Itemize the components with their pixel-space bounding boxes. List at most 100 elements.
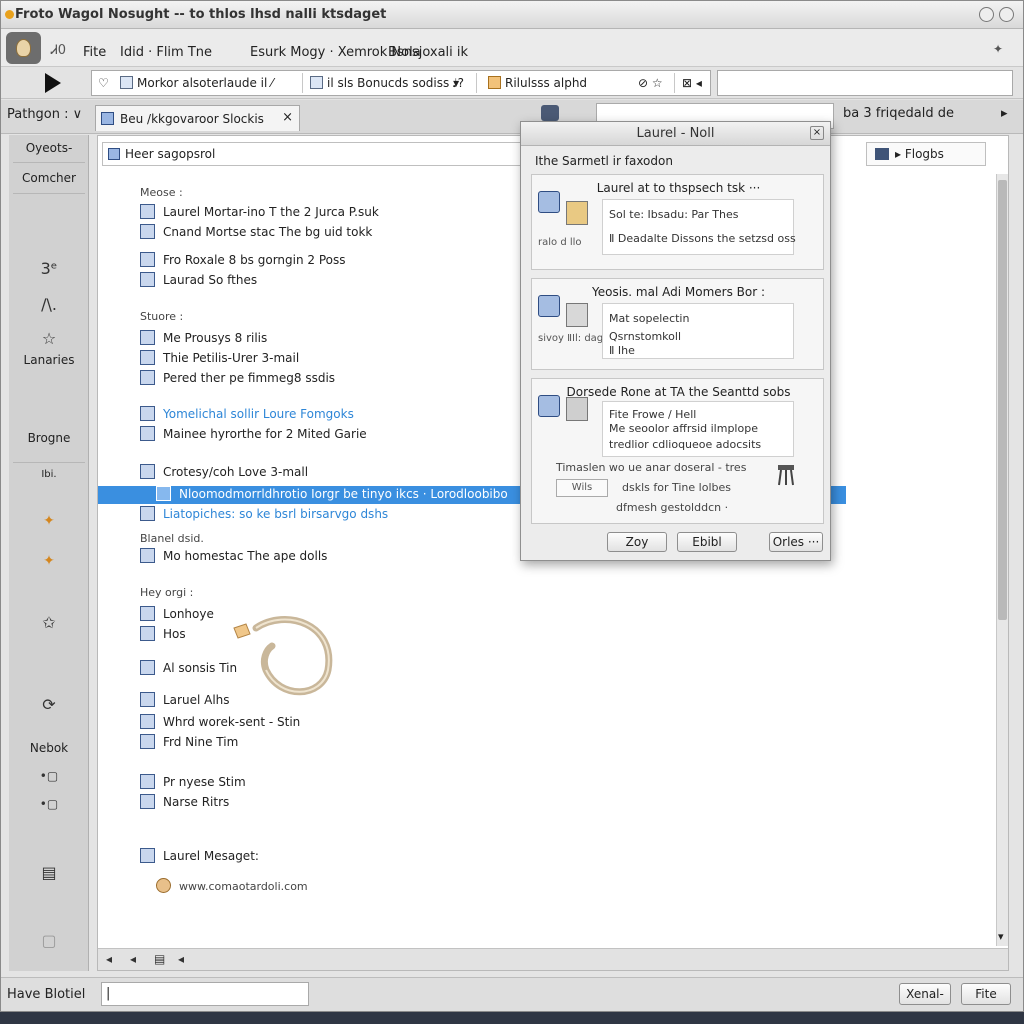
star-icon[interactable]: ☆ bbox=[9, 329, 89, 348]
menu-file[interactable]: Fite bbox=[83, 45, 106, 60]
help-icon[interactable]: ♩? bbox=[452, 76, 464, 90]
scroll-down-icon[interactable]: ▾ bbox=[998, 930, 1004, 943]
list-item[interactable]: Pered ther pe fimmeg8 ssdis bbox=[140, 370, 335, 388]
minimize-button[interactable] bbox=[979, 7, 994, 22]
list-item[interactable]: Narse Ritrs bbox=[140, 794, 229, 812]
image-icon bbox=[140, 330, 155, 345]
menu-tools[interactable]: Bsnsjoxali ik bbox=[388, 45, 468, 60]
list-item[interactable]: Frd Nine Tim bbox=[140, 734, 238, 752]
file-icon bbox=[140, 714, 155, 729]
subscript-icon[interactable]: 3ᵉ bbox=[9, 259, 89, 278]
address-segment[interactable]: Rilulsss alphd bbox=[488, 76, 587, 90]
refresh-icon[interactable]: ⟳ bbox=[9, 695, 89, 714]
sidebar-item-objects[interactable]: Oyeots- bbox=[9, 141, 89, 155]
list-item[interactable]: Laurel Mesaget: bbox=[140, 848, 259, 866]
pen-icon[interactable]: ∕\. bbox=[9, 295, 89, 314]
website-link[interactable]: www.comaotardoli.com bbox=[156, 878, 308, 896]
detail-line: Me seoolor affrsid ilmplope bbox=[609, 422, 758, 435]
link-item[interactable]: Yomelichal sollir Loure Fomgoks bbox=[140, 406, 354, 424]
scroll-thumb[interactable] bbox=[998, 180, 1007, 620]
sparkle-icon[interactable]: ✦ bbox=[9, 513, 89, 529]
separator bbox=[674, 73, 675, 93]
tabrow-right-label[interactable]: ba 3 friqedald de bbox=[843, 106, 954, 121]
breadcrumb[interactable]: Heer sagopsrol bbox=[102, 142, 522, 166]
user-icon bbox=[140, 626, 155, 641]
list-item[interactable]: Laurel Mortar-ino T the 2 Jurca P.suk bbox=[140, 204, 379, 222]
sidebar-item-comcher[interactable]: Comcher bbox=[9, 171, 89, 185]
sidebar: Oyeots- Comcher 3ᵉ ∕\. ☆ Lanaries Brogne… bbox=[9, 135, 89, 971]
list-item[interactable]: Laurad So fthes bbox=[140, 272, 257, 290]
sidebar-item-ibi[interactable]: Ibi. bbox=[9, 469, 89, 480]
section-heading: Hey orgi : bbox=[140, 586, 194, 599]
list-item[interactable]: Me Prousys 8 rilis bbox=[140, 330, 267, 348]
list-item[interactable]: Fro Roxale 8 bs gorngin 2 Poss bbox=[140, 252, 346, 270]
font-icon[interactable]: Ꮧ0 bbox=[51, 43, 66, 58]
address-segment[interactable]: il sls Bonucds sodiss ▾ bbox=[310, 76, 459, 90]
dialog-ok-button[interactable]: Zoy bbox=[607, 532, 667, 552]
outline-star-icon[interactable]: ✩ bbox=[9, 613, 89, 632]
horizontal-scrollbar[interactable]: ◂ ◂ ▤ ◂ bbox=[98, 948, 1008, 970]
link-item[interactable]: Liatopiches: so ke bsrl birsarvgo dshs bbox=[140, 506, 388, 524]
value-field[interactable]: Wils bbox=[556, 479, 608, 497]
nav-back-icon[interactable]: ⊠ ◂ bbox=[682, 76, 702, 90]
list-icon[interactable]: ▤ bbox=[9, 863, 89, 882]
pin-icon[interactable]: ✦ bbox=[993, 42, 1003, 56]
prev-page-icon[interactable]: ◂ bbox=[130, 952, 136, 966]
search-input[interactable] bbox=[717, 70, 1013, 96]
dialog-edit-button[interactable]: Ebibl bbox=[677, 532, 737, 552]
address-bar[interactable]: ♡ Morkor alsoterlaude il ⁄ il sls Bonucd… bbox=[91, 70, 711, 96]
list-item[interactable]: Pr nyese Stim bbox=[140, 774, 246, 792]
play-icon[interactable] bbox=[45, 73, 61, 93]
list-item[interactable]: Mo homestac The ape dolls bbox=[140, 548, 327, 566]
sidebar-item-lanaries[interactable]: Lanaries bbox=[9, 353, 89, 367]
list-item[interactable]: Lonhoye bbox=[140, 606, 214, 624]
detail-line: Qsrnstomkoll bbox=[609, 330, 681, 343]
view-switcher[interactable]: ▸ Flogbs bbox=[866, 142, 986, 166]
box-icon[interactable]: ▢ bbox=[9, 931, 89, 950]
list-item[interactable]: Whrd worek-sent - Stin bbox=[140, 714, 300, 732]
vertical-scrollbar[interactable] bbox=[996, 174, 1008, 946]
file-icon bbox=[140, 350, 155, 365]
close-button[interactable] bbox=[999, 7, 1014, 22]
sidebar-item-brogne[interactable]: Brogne bbox=[9, 431, 89, 445]
favorite-icon[interactable]: ♡ bbox=[98, 76, 109, 90]
checkbox-icon[interactable]: •▢ bbox=[9, 797, 89, 811]
pathgon-dropdown[interactable]: Pathgon : ∨ bbox=[7, 107, 82, 122]
status-bar: Have Blotiel | Xenal- Fite bbox=[1, 977, 1023, 1011]
checkbox-icon[interactable]: •▢ bbox=[9, 769, 89, 783]
edit-tool-icon[interactable] bbox=[538, 191, 560, 213]
app-logo-icon[interactable] bbox=[6, 32, 41, 64]
stool-icon bbox=[778, 465, 794, 486]
dialog-options-button[interactable]: Orles ··· bbox=[769, 532, 823, 552]
status-input[interactable]: | bbox=[101, 982, 309, 1006]
section-heading: Meose : bbox=[140, 186, 183, 199]
image-icon bbox=[140, 774, 155, 789]
cancel-button[interactable]: Xenal- bbox=[899, 983, 951, 1005]
brush-tool-icon[interactable] bbox=[538, 295, 560, 317]
dialog-close-icon[interactable]: × bbox=[810, 126, 824, 140]
first-page-icon[interactable]: ◂ bbox=[106, 952, 112, 966]
address-segment[interactable]: Morkor alsoterlaude il ⁄ bbox=[120, 76, 273, 90]
list-item[interactable]: Crotesy/coh Love 3-mall bbox=[140, 464, 308, 482]
tab-active[interactable]: Beu /kkgovaroor Slockis × bbox=[95, 105, 300, 131]
list-item[interactable]: Thie Petilis-Urer 3-mail bbox=[140, 350, 299, 368]
image-icon bbox=[140, 548, 155, 563]
sparkle-icon[interactable]: ✦ bbox=[9, 553, 89, 569]
page-view-icon[interactable]: ▤ bbox=[154, 952, 165, 966]
ring-graphic bbox=[233, 616, 333, 696]
file-button[interactable]: Fite bbox=[961, 983, 1011, 1005]
scroll-left-icon[interactable]: ◂ bbox=[178, 952, 184, 966]
file-icon bbox=[140, 272, 155, 287]
expand-icon[interactable]: ▸ bbox=[1001, 106, 1008, 121]
monitor-icon bbox=[875, 148, 889, 160]
list-item[interactable]: Mainee hyrorthe for 2 Mited Garie bbox=[140, 426, 367, 444]
tab-close-icon[interactable]: × bbox=[282, 110, 293, 125]
list-item[interactable]: Hos bbox=[140, 626, 186, 644]
camera-icon[interactable] bbox=[541, 105, 559, 121]
document-icon bbox=[566, 397, 588, 421]
star-icon[interactable]: ⊘ ☆ bbox=[638, 76, 663, 90]
list-item[interactable]: Cnand Mortse stac The bg uid tokk bbox=[140, 224, 372, 242]
settings-tool-icon[interactable] bbox=[538, 395, 560, 417]
sidebar-item-nebok[interactable]: Nebok bbox=[9, 741, 89, 755]
menu-edit[interactable]: Idid · Flim Tne bbox=[120, 45, 212, 60]
